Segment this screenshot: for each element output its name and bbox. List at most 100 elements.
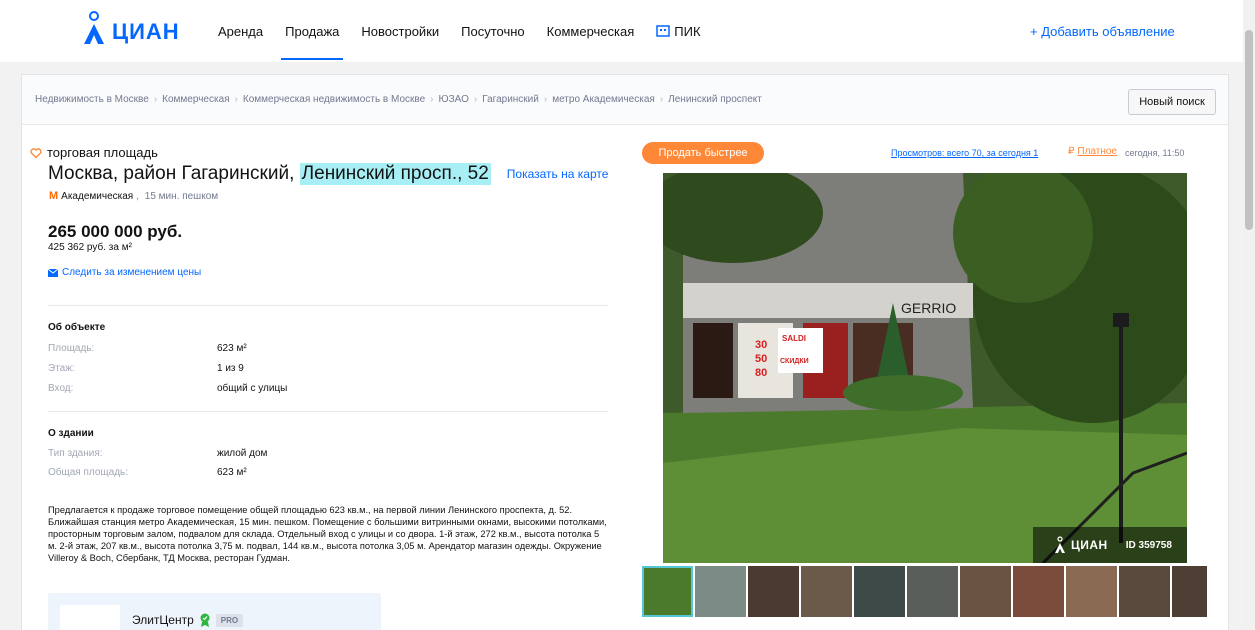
building-type-label: Тип здания: [48, 448, 103, 459]
watch-price-label: Следить за изменением цены [62, 267, 202, 278]
floor-value: 1 из 9 [217, 363, 244, 374]
show-on-map-link[interactable]: Показать на карте [507, 167, 609, 181]
entrance-label: Вход: [48, 383, 74, 394]
breadcrumb-item[interactable]: Ленинский проспект [668, 94, 762, 105]
listing-description: Предлагается к продаже торговое помещени… [48, 505, 607, 563]
area-value: 623 м² [217, 343, 247, 354]
metro-distance: 15 мин. пешком [144, 190, 219, 202]
sell-faster-button[interactable]: Продать быстрее [642, 142, 764, 164]
divider [48, 411, 608, 412]
logo-pin-icon [1055, 536, 1065, 553]
breadcrumb-bar: Недвижимость в Москве › Коммерческая › Ком… [22, 75, 1228, 125]
metro-station[interactable]: Академическая [61, 191, 133, 202]
breadcrumb-item[interactable]: метро Академическая [552, 94, 655, 105]
divider [48, 305, 608, 306]
breadcrumb-item[interactable]: Коммерческая недвижимость в Москве [243, 94, 425, 105]
chevron-right-icon: › [153, 94, 158, 105]
photo-thumbnail[interactable] [854, 566, 905, 617]
watch-price-link[interactable]: Следить за изменением цены [48, 267, 201, 278]
photo-thumbnail[interactable] [960, 566, 1011, 617]
views-counter-link[interactable]: Просмотров: всего 70, за сегодня 1 [891, 148, 1038, 158]
paid-badge[interactable]: ₽ Платное [1068, 146, 1117, 157]
sale-sign-sub: СКИДКИ [780, 358, 809, 365]
top-navigation-bar: ЦИАН Аренда Продажа Новостройки Посуточн… [0, 0, 1255, 62]
nav-daily[interactable]: Посуточно [461, 22, 525, 60]
photo-thumbnail[interactable] [1172, 566, 1207, 617]
main-nav: Аренда Продажа Новостройки Посуточно Ком… [218, 22, 723, 60]
agent-card[interactable]: ЭлитЦентр PRO [48, 593, 381, 630]
about-building-title: О здании [48, 428, 94, 439]
photo-thumbnail[interactable] [1013, 566, 1064, 617]
listing-id: ID 359758 [1125, 539, 1172, 551]
chevron-right-icon: › [430, 94, 434, 105]
chevron-right-icon: › [234, 94, 238, 105]
sale-sign-text: SALDI [782, 334, 806, 343]
price-per-m2: 425 362 руб. за м² [48, 242, 132, 253]
sale-number: 80 [755, 367, 767, 379]
breadcrumb-item[interactable]: Недвижимость в Москве [35, 94, 149, 105]
breadcrumb-item[interactable]: ЮЗАО [439, 94, 469, 105]
breadcrumb-item[interactable]: Коммерческая [162, 94, 229, 105]
agent-name[interactable]: ЭлитЦентр [132, 613, 194, 627]
new-search-button[interactable]: Новый поиск [1128, 89, 1216, 115]
address-street: Ленинский просп., 52 [299, 163, 491, 185]
total-area-value: 623 м² [217, 467, 247, 478]
pik-building-icon [656, 25, 671, 37]
area-label: Площадь: [48, 343, 95, 354]
nav-pik-label: ПИК [674, 24, 701, 39]
chevron-right-icon: › [473, 94, 478, 105]
publish-date: сегодня, 11:50 [1125, 148, 1185, 158]
cian-logo[interactable]: ЦИАН [80, 10, 180, 46]
envelope-icon [48, 268, 58, 277]
photo-thumbnail[interactable] [1066, 566, 1117, 617]
photo-watermark: ЦИАН ID 359758 [1033, 527, 1187, 563]
main-photo[interactable]: 30 50 80 SALDI СКИДКИ GERRIO ЦИАН ID 359… [663, 173, 1187, 563]
paid-label: Платное [1077, 146, 1117, 157]
scrollbar-thumb[interactable] [1245, 30, 1253, 230]
agent-avatar [60, 605, 120, 630]
pro-badge: PRO [215, 613, 244, 627]
sale-number: 50 [755, 353, 767, 365]
listing-card: Недвижимость в Москве › Коммерческая › Ком… [21, 74, 1229, 630]
store-sign: GERRIO [901, 300, 956, 316]
verified-badge-icon [200, 613, 210, 627]
nav-commercial[interactable]: Коммерческая [547, 22, 635, 60]
listing-type-row: торговая площадь [30, 145, 158, 160]
storefront-photo: 30 50 80 SALDI СКИДКИ GERRIO [663, 173, 1187, 563]
watermark-logo: ЦИАН [1071, 538, 1108, 552]
add-listing-link[interactable]: + Добавить объявление [1030, 24, 1175, 39]
heart-icon[interactable] [30, 147, 42, 159]
about-object-title: Об объекте [48, 322, 106, 333]
chevron-right-icon: › [659, 94, 664, 105]
nav-pik[interactable]: ПИК [656, 22, 701, 60]
logo-text: ЦИАН [112, 19, 180, 44]
listing-type: торговая площадь [47, 145, 158, 160]
nav-new-buildings[interactable]: Новостройки [361, 22, 439, 60]
page-scrollbar[interactable] [1243, 0, 1255, 630]
address-prefix: Москва, район Гагаринский, [48, 163, 295, 184]
floor-label: Этаж: [48, 363, 75, 374]
metro-icon: M [49, 190, 59, 202]
ruble-icon: ₽ [1068, 146, 1075, 157]
total-area-label: Общая площадь: [48, 467, 129, 478]
chevron-right-icon: › [543, 94, 548, 105]
building-type-value: жилой дом [217, 448, 268, 459]
breadcrumb-item[interactable]: Гагаринский [482, 94, 539, 105]
listing-address: Москва, район Гагаринский, Ленинский про… [48, 163, 608, 185]
photo-thumbnail[interactable] [801, 566, 852, 617]
nav-sale[interactable]: Продажа [281, 22, 344, 60]
photo-thumbnails [642, 566, 1207, 619]
photo-thumbnail[interactable] [695, 566, 746, 617]
entrance-value: общий с улицы [217, 383, 288, 394]
sale-number: 30 [755, 339, 767, 351]
photo-thumbnail[interactable] [907, 566, 958, 617]
photo-thumbnail[interactable] [642, 566, 693, 617]
agent-name-row: ЭлитЦентр PRO [132, 613, 244, 627]
price: 265 000 000 руб. [48, 222, 183, 241]
breadcrumb: Недвижимость в Москве › Коммерческая › Ком… [35, 94, 762, 105]
photo-thumbnail[interactable] [1119, 566, 1170, 617]
logo-pin-icon [80, 10, 108, 46]
metro-info: M Академическая, 15 мин. пешком [49, 190, 219, 202]
photo-thumbnail[interactable] [748, 566, 799, 617]
nav-rent[interactable]: Аренда [218, 22, 263, 60]
